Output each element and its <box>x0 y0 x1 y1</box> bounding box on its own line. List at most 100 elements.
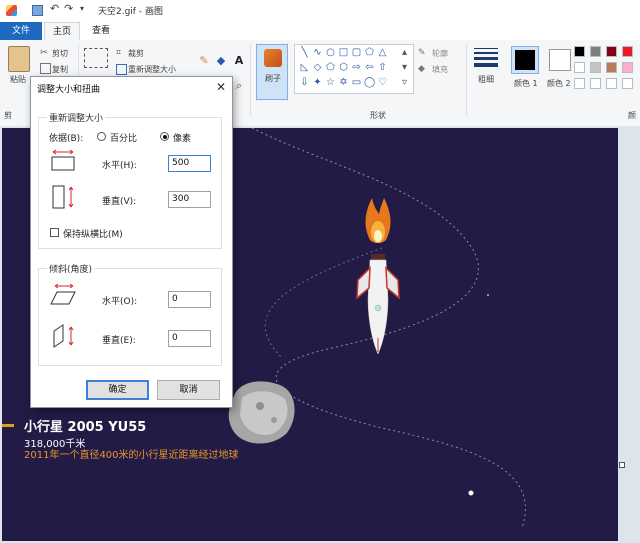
tab-view[interactable]: 查看 <box>84 22 118 40</box>
up-arrow-shape-icon[interactable]: ⇧ <box>377 63 388 73</box>
orbit-path <box>251 128 526 529</box>
resize-skew-dialog: 调整大小和扭曲 ✕ 重新调整大小 依据(B): 百分比 像素 水平(H): 50… <box>30 76 233 408</box>
rounded-rectangle-shape-icon[interactable]: ▢ <box>351 48 362 58</box>
fill-button[interactable]: 填充 <box>432 64 448 75</box>
fill-icon[interactable]: ◆ <box>215 55 227 67</box>
color2-button[interactable]: 颜色 2 <box>547 78 571 89</box>
brush-label: 刷子 <box>265 74 281 83</box>
oval-callout-shape-icon[interactable]: ◯ <box>364 78 375 88</box>
six-point-star-shape-icon[interactable]: ✡ <box>338 78 349 88</box>
asteroid-name: 小行星 2005 YU55 <box>24 420 147 435</box>
outline-icon[interactable]: ✎ <box>418 48 427 58</box>
horizontal-resize-icon <box>51 149 75 171</box>
palette-swatch[interactable] <box>606 78 617 89</box>
down-arrow-shape-icon[interactable]: ⇩ <box>299 78 310 88</box>
left-arrow-shape-icon[interactable]: ⇦ <box>364 63 375 73</box>
brush-button[interactable]: 刷子 <box>256 44 288 100</box>
redo-icon[interactable]: ↷ <box>64 2 75 15</box>
rectangle-shape-icon[interactable]: □ <box>338 48 349 58</box>
by-label: 依据(B): <box>49 134 84 144</box>
palette-swatch[interactable] <box>574 62 585 73</box>
keep-ratio-label[interactable]: 保持纵横比(M) <box>63 227 123 240</box>
diamond-shape-icon[interactable]: ◇ <box>312 63 323 73</box>
hexagon-shape-icon[interactable]: ⬡ <box>338 63 349 73</box>
fill-shape-icon[interactable]: ◆ <box>418 64 427 74</box>
keep-ratio-checkbox[interactable] <box>50 228 59 237</box>
curve-shape-icon[interactable]: ∿ <box>312 48 323 58</box>
copy-icon[interactable] <box>40 63 51 74</box>
palette-swatch[interactable] <box>606 46 617 57</box>
palette-swatch[interactable] <box>590 62 601 73</box>
scroll-down-icon[interactable]: ▾ <box>399 63 410 73</box>
callout-shape-icon[interactable]: ▭ <box>351 78 362 88</box>
percent-radio[interactable] <box>97 132 106 141</box>
crop-button[interactable]: 裁剪 <box>128 48 144 59</box>
cloud-callout-shape-icon[interactable]: ♡ <box>377 78 388 88</box>
vertical-input[interactable]: 300 <box>168 191 211 208</box>
dialog-title: 调整大小和扭曲 <box>37 85 101 95</box>
close-icon[interactable]: ✕ <box>213 79 229 95</box>
horizontal-input[interactable]: 500 <box>168 155 211 172</box>
tab-file[interactable]: 文件 <box>0 22 42 40</box>
cut-button[interactable]: 剪切 <box>52 48 68 59</box>
palette-swatch[interactable] <box>622 46 633 57</box>
palette-swatch[interactable] <box>622 62 633 73</box>
outline-button[interactable]: 轮廓 <box>432 48 448 59</box>
size-icon[interactable] <box>474 48 498 70</box>
crop-icon[interactable]: ⌗ <box>116 48 125 58</box>
resize-icon[interactable] <box>116 64 127 75</box>
palette-swatch[interactable] <box>574 46 585 57</box>
customize-toolbar-icon[interactable]: ▾ <box>80 4 91 15</box>
resize-button[interactable]: 重新调整大小 <box>128 64 176 75</box>
window-title: 天空2.gif - 画图 <box>98 7 163 17</box>
paste-button[interactable]: 粘贴 <box>10 74 26 85</box>
color2-swatch[interactable] <box>546 46 574 74</box>
clipboard-group-label: 剪 <box>4 111 12 120</box>
pencil-icon[interactable]: ✎ <box>198 55 210 67</box>
pixels-label[interactable]: 像素 <box>173 131 191 144</box>
undo-icon[interactable]: ↶ <box>50 2 61 15</box>
shapes-gallery[interactable]: ╲ ∿ ○ □ ▢ ⬠ △ ◺ ◇ ⬠ ⬡ ⇨ ⇦ ⇧ ⇩ ✦ ☆ ✡ ▭ ◯ … <box>294 44 414 94</box>
ok-button[interactable]: 确定 <box>86 380 149 400</box>
skew-group: 倾斜(角度) 水平(O): 0 垂直(E): 0 <box>38 262 222 366</box>
select-icon[interactable] <box>84 48 108 68</box>
palette-swatch[interactable] <box>574 78 585 89</box>
skew-horizontal-label: 水平(O): <box>102 297 138 307</box>
palette-swatch[interactable] <box>622 78 633 89</box>
text-icon[interactable]: A <box>233 55 245 67</box>
horizontal-label: 水平(H): <box>102 161 137 171</box>
canvas-resize-handle[interactable] <box>619 462 625 468</box>
scroll-up-icon[interactable]: ▴ <box>399 48 410 58</box>
oval-shape-icon[interactable]: ○ <box>325 48 336 58</box>
accent-bar <box>2 424 14 427</box>
palette-swatch[interactable] <box>590 78 601 89</box>
skew-vertical-input[interactable]: 0 <box>168 330 211 347</box>
percent-label[interactable]: 百分比 <box>110 131 137 144</box>
save-icon[interactable] <box>32 5 43 16</box>
right-triangle-shape-icon[interactable]: ◺ <box>299 63 310 73</box>
line-shape-icon[interactable]: ╲ <box>299 48 310 58</box>
cut-icon[interactable]: ✂ <box>40 48 49 58</box>
polygon-shape-icon[interactable]: ⬠ <box>364 48 375 58</box>
palette-swatch[interactable] <box>590 46 601 57</box>
paste-icon[interactable] <box>8 46 30 72</box>
size-button[interactable]: 粗细 <box>478 74 494 85</box>
magnifier-icon[interactable]: ⌕ <box>233 80 245 92</box>
vertical-skew-icon <box>53 324 74 348</box>
color1-swatch[interactable] <box>511 46 539 74</box>
pixels-radio[interactable] <box>160 132 169 141</box>
copy-button[interactable]: 复制 <box>52 64 68 75</box>
skew-horizontal-input[interactable]: 0 <box>168 291 211 308</box>
palette-swatch[interactable] <box>606 62 617 73</box>
paint-app-icon[interactable] <box>6 5 17 16</box>
tab-home[interactable]: 主页 <box>44 22 81 41</box>
asteroid-distance: 318,000千米 <box>24 439 86 450</box>
triangle-shape-icon[interactable]: △ <box>377 48 388 58</box>
cancel-button[interactable]: 取消 <box>157 380 220 400</box>
pentagon-shape-icon[interactable]: ⬠ <box>325 63 336 73</box>
expand-gallery-icon[interactable]: ▿ <box>399 78 410 88</box>
four-point-star-shape-icon[interactable]: ✦ <box>312 78 323 88</box>
five-point-star-shape-icon[interactable]: ☆ <box>325 78 336 88</box>
right-arrow-shape-icon[interactable]: ⇨ <box>351 63 362 73</box>
color1-button[interactable]: 颜色 1 <box>514 78 538 89</box>
